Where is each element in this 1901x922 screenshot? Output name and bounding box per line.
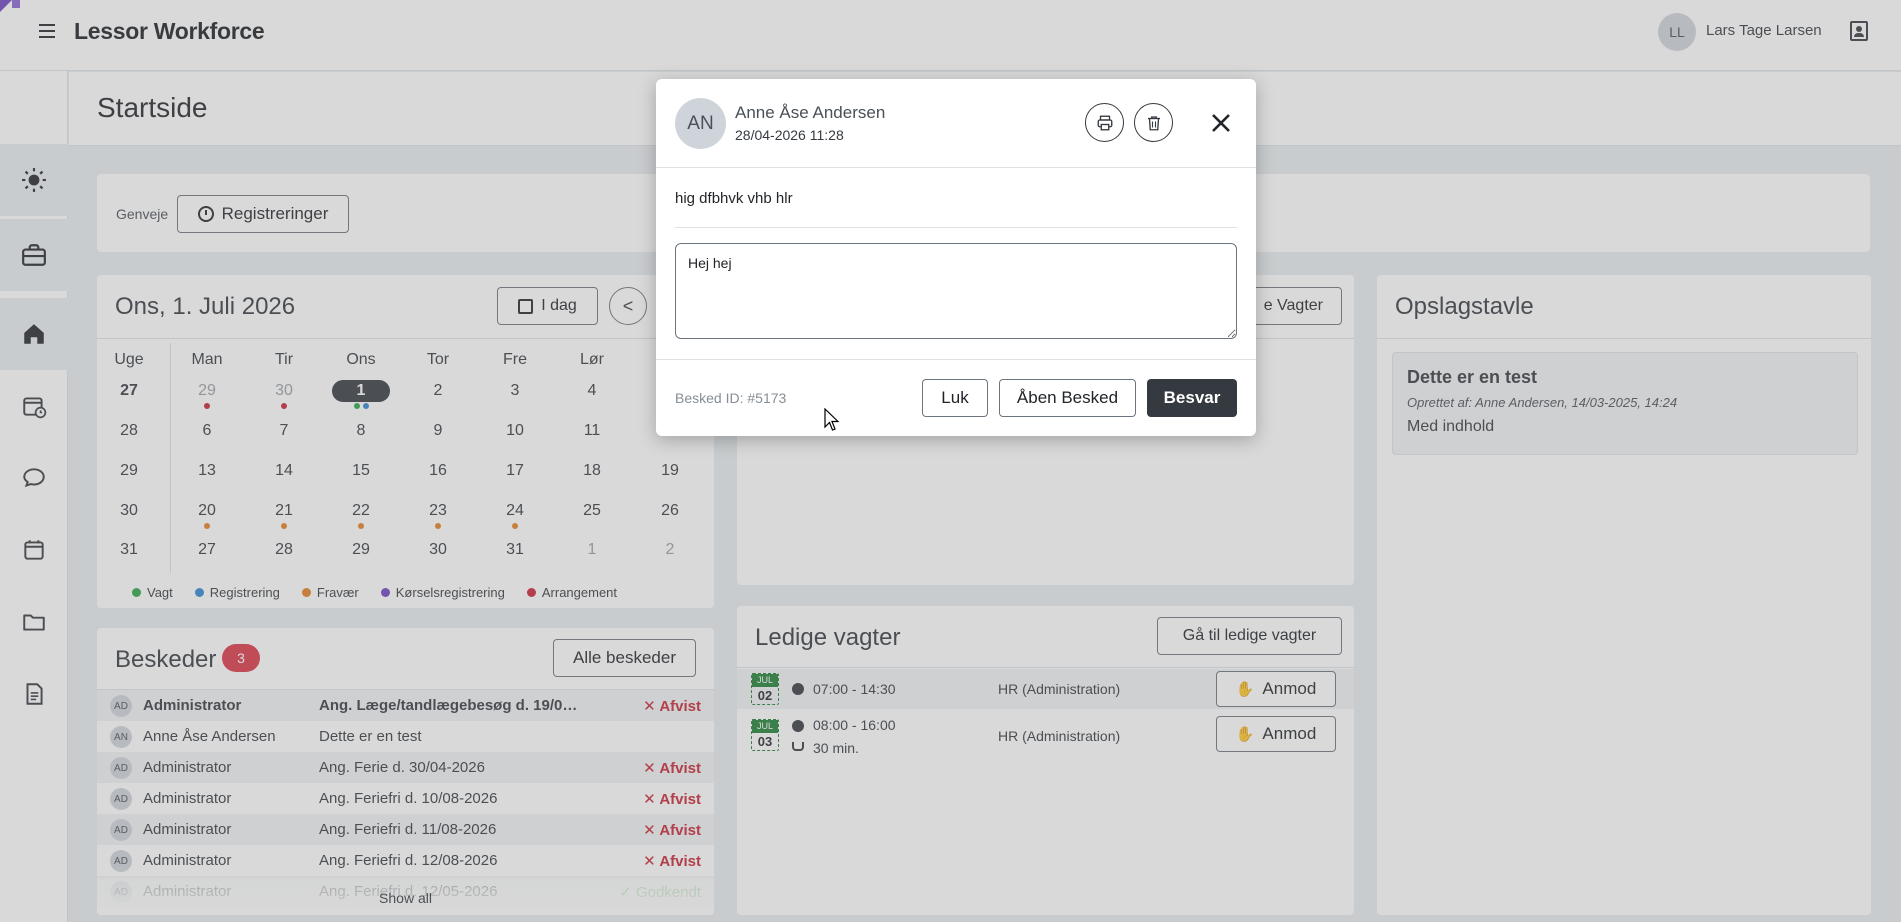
modal-footer-divider xyxy=(656,359,1256,360)
mouse-cursor-icon xyxy=(824,408,840,431)
modal-body-divider xyxy=(675,227,1237,228)
print-button[interactable] xyxy=(1085,103,1124,142)
close-button[interactable]: Luk xyxy=(922,379,988,417)
message-datetime: 28/04-2026 11:28 xyxy=(735,127,844,143)
open-message-button[interactable]: Åben Besked xyxy=(999,379,1136,417)
delete-button[interactable] xyxy=(1134,103,1173,142)
printer-icon xyxy=(1097,115,1112,130)
message-body: hig dfbhvk vhb hlr xyxy=(675,190,793,207)
modal-header-divider xyxy=(656,167,1256,168)
close-modal-button[interactable] xyxy=(1201,103,1241,143)
message-modal: AN Anne Åse Andersen 28/04-2026 11:28 hi… xyxy=(656,79,1256,436)
sender-name: Anne Åse Andersen xyxy=(735,103,886,122)
trash-icon xyxy=(1147,115,1160,130)
message-id: Besked ID: #5173 xyxy=(675,390,787,406)
reply-button[interactable]: Besvar xyxy=(1147,379,1237,417)
reply-textarea[interactable] xyxy=(675,243,1237,339)
sender-avatar: AN xyxy=(675,98,726,149)
close-icon xyxy=(1212,114,1230,132)
